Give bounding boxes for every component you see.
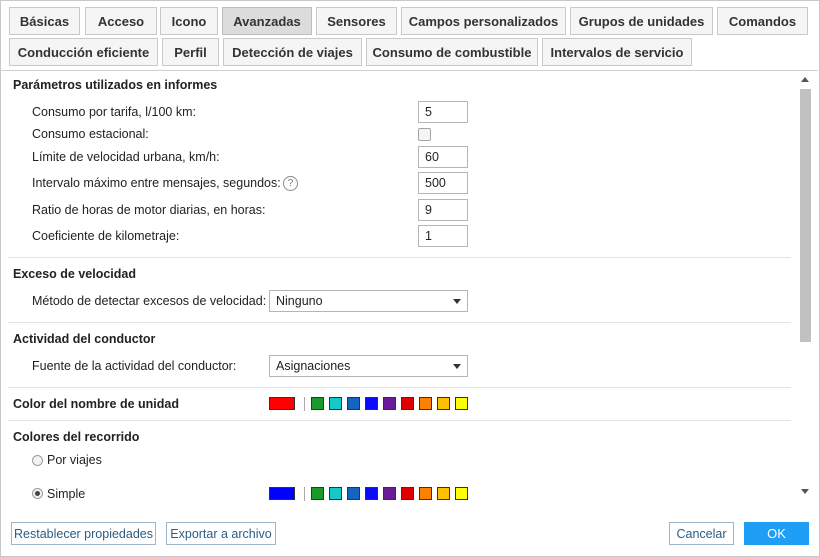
unit-name-color-swatch[interactable] [383, 397, 396, 410]
chevron-down-icon [453, 299, 461, 304]
label-seasonal-consumption: Consumo estacional: [32, 127, 149, 141]
track-color-swatch[interactable] [311, 487, 324, 500]
unit-name-color-swatch[interactable] [455, 397, 468, 410]
unit-name-color-swatch[interactable] [437, 397, 450, 410]
section-divider [8, 420, 791, 421]
urban-speed-limit-input[interactable]: 60 [418, 146, 468, 168]
track-color-swatch[interactable] [365, 487, 378, 500]
section-divider [8, 387, 791, 388]
label-urban-speed-limit: Límite de velocidad urbana, km/h: [32, 150, 220, 164]
reset-properties-button[interactable]: Restablecer propiedades [11, 522, 156, 545]
palette-separator [304, 487, 305, 501]
track-color-swatch[interactable] [383, 487, 396, 500]
track-color-current[interactable] [269, 487, 295, 500]
label-mileage-coefficient: Coeficiente de kilometraje: [32, 229, 180, 243]
unit-name-color-swatch[interactable] [401, 397, 414, 410]
track-color-swatch[interactable] [455, 487, 468, 500]
section-title-report-params: Parámetros utilizados en informes [13, 78, 218, 92]
chevron-down-icon [453, 364, 461, 369]
ok-button[interactable]: OK [744, 522, 809, 545]
section-title-driver-activity: Actividad del conductor [13, 332, 156, 346]
max-message-interval-input[interactable]: 500 [418, 172, 468, 194]
consumption-rate-input[interactable]: 5 [418, 101, 468, 123]
label-consumption-rate: Consumo por tarifa, l/100 km: [32, 105, 196, 119]
scrollbar-thumb[interactable] [800, 89, 811, 342]
unit-name-color-swatch[interactable] [365, 397, 378, 410]
track-color-swatch[interactable] [347, 487, 360, 500]
engine-hours-ratio-input[interactable]: 9 [418, 199, 468, 221]
help-icon[interactable]: ? [283, 176, 298, 191]
cancel-button[interactable]: Cancelar [669, 522, 734, 545]
mileage-coefficient-input[interactable]: 1 [418, 225, 468, 247]
speeding-method-value: Ninguno [276, 294, 323, 308]
scroll-down-icon[interactable] [801, 489, 809, 494]
settings-content: Parámetros utilizados en informes Consum… [0, 0, 798, 501]
unit-name-color-current[interactable] [269, 397, 295, 410]
section-title-unit-name-color: Color del nombre de unidad [13, 397, 179, 411]
speeding-method-select[interactable]: Ninguno [269, 290, 468, 312]
seasonal-consumption-checkbox[interactable] [418, 128, 431, 141]
section-divider [8, 257, 791, 258]
track-color-swatch[interactable] [419, 487, 432, 500]
label-driver-activity-source: Fuente de la actividad del conductor: [32, 359, 237, 373]
driver-activity-source-value: Asignaciones [276, 359, 351, 373]
label-speeding-method: Método de detectar excesos de velocidad: [32, 294, 267, 308]
track-color-swatch[interactable] [329, 487, 342, 500]
track-color-swatch[interactable] [401, 487, 414, 500]
unit-name-color-swatch[interactable] [347, 397, 360, 410]
label-simple: Simple [47, 487, 86, 501]
scroll-up-icon[interactable] [801, 77, 809, 82]
section-title-speeding: Exceso de velocidad [13, 267, 136, 281]
palette-separator [304, 397, 305, 411]
radio-simple[interactable] [32, 488, 43, 499]
unit-name-color-swatch[interactable] [419, 397, 432, 410]
section-title-track-colors: Colores del recorrido [13, 430, 140, 444]
unit-name-color-swatch[interactable] [311, 397, 324, 410]
label-by-trips: Por viajes [47, 453, 102, 467]
driver-activity-source-select[interactable]: Asignaciones [269, 355, 468, 377]
track-color-swatch[interactable] [437, 487, 450, 500]
label-engine-hours-ratio: Ratio de horas de motor diarias, en hora… [32, 203, 266, 217]
section-divider [8, 322, 791, 323]
radio-by-trips[interactable] [32, 455, 43, 466]
export-to-file-button[interactable]: Exportar a archivo [166, 522, 276, 545]
unit-name-color-swatch[interactable] [329, 397, 342, 410]
label-max-message-interval: Intervalo máximo entre mensajes, segundo… [32, 176, 281, 190]
